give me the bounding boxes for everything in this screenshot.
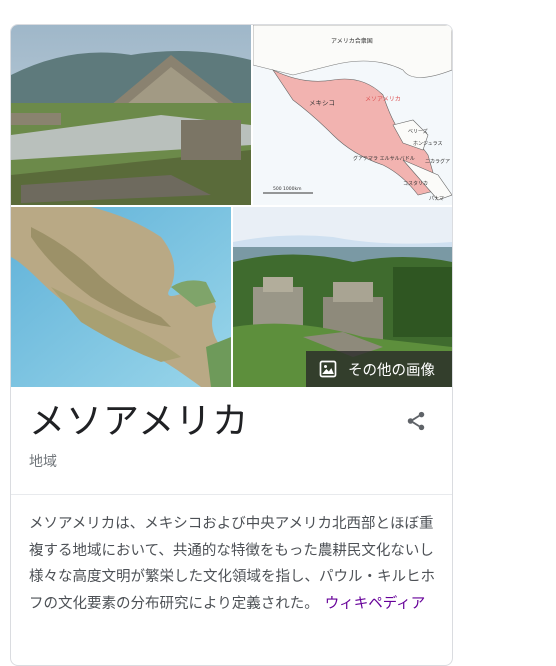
image-map[interactable]: アメリカ合衆国 メキシコ メソアメリカ ベリーズ ホンジュラス グアテマラ エル…	[253, 25, 452, 205]
entity-subtitle: 地域	[29, 454, 57, 470]
map-label-usa: アメリカ合衆国	[331, 37, 373, 45]
image-relief-map[interactable]	[11, 207, 231, 387]
map-label-costarica: コスタリカ	[403, 180, 428, 187]
divider	[11, 494, 452, 495]
entity-title: メソアメリカ	[29, 401, 250, 442]
more-images-button[interactable]: その他の画像	[306, 351, 452, 387]
pyramid-photo	[11, 25, 251, 205]
map-illustration: アメリカ合衆国 メキシコ メソアメリカ ベリーズ ホンジュラス グアテマラ エル…	[253, 25, 452, 205]
share-button[interactable]	[398, 405, 434, 441]
map-label-mesoamerica: メソアメリカ	[365, 96, 401, 103]
share-icon	[405, 410, 427, 436]
title-row: メソアメリカ	[29, 397, 434, 447]
map-label-panama: パナマ	[429, 196, 444, 202]
map-label-nicaragua: ニカラグア	[425, 158, 450, 165]
relief-map	[11, 207, 231, 387]
image-pyramid[interactable]	[11, 25, 251, 205]
map-label-mexico: メキシコ	[309, 99, 335, 107]
map-label-guatemala: グアテマラ エルサルバドル	[353, 155, 415, 162]
map-label-belize: ベリーズ	[408, 128, 428, 135]
knowledge-panel: アメリカ合衆国 メキシコ メソアメリカ ベリーズ ホンジュラス グアテマラ エル…	[10, 24, 453, 666]
image-icon	[318, 359, 338, 379]
map-label-honduras: ホンジュラス	[413, 141, 443, 147]
wikipedia-link[interactable]: ウィキペディア	[325, 596, 425, 612]
more-images-label: その他の画像	[348, 362, 435, 379]
entity-description: メソアメリカは、メキシコおよび中央アメリカ北西部とほぼ重複する地域において、共通…	[29, 511, 439, 617]
map-scale: 500 1000km	[273, 186, 301, 192]
